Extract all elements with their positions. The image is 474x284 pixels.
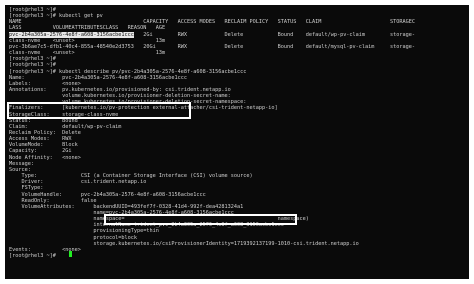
storageclass-highlight-box <box>7 102 191 119</box>
terminal-line: Source: <box>9 166 31 173</box>
terminal-line: [root@rhel3 ~]# <box>9 62 56 69</box>
terminal-line: NAME CAPACITY ACCESS MODES RECLAIM POLIC… <box>9 19 416 26</box>
terminal-line: storage.kubernetes.io/csiProvisionerIden… <box>9 240 359 247</box>
terminal-line: ReadOnly: false <box>9 197 97 204</box>
terminal-line: [root@rhel3 ~]# kubectl get pv <box>9 13 103 20</box>
terminal-line: Driver: csi.trident.netapp.io <box>9 179 147 186</box>
terminal-line: Message: <box>9 160 34 167</box>
terminal-line: Annotations: pv.kubernetes.io/provisione… <box>9 86 231 93</box>
terminal-line: [root@rhel3 ~]# <box>9 253 59 259</box>
terminal-line: LASS VOLUMEATTRIBUTESCLASS REASON AGE <box>9 25 166 32</box>
terminal-line: VolumeMode: Block <box>9 142 78 149</box>
terminal-window[interactable]: [root@rhel3 ~]# [root@rhel3 ~]# kubectl g… <box>5 5 469 279</box>
terminal-line: VolumeHandle: pvc-2b4a305a-2576-4e8f-a60… <box>9 191 206 198</box>
terminal-line: Type: CSI (a Container Storage Interface… <box>9 173 253 180</box>
terminal-line: pvc-3b6ae7c5-dfb1-40c4-855a-48540e2d3753… <box>9 43 416 50</box>
selected-pv-name: pvc-2b4a305a-2576-4e8f-a608-3156acbe1ccc <box>9 31 134 38</box>
terminal-line: class-nvme <unset> 13m <box>9 37 166 44</box>
terminal-line: provisioningType=thin <box>9 228 159 235</box>
terminal-line: Reclaim Policy: Delete <box>9 130 81 136</box>
terminal-line: [root@rhel3 ~]# <box>9 56 56 63</box>
terminal-line: Access Modes: RWX <box>9 136 72 143</box>
terminal-cursor <box>69 251 72 257</box>
terminal-line: [root@rhel3 ~]# <box>9 7 56 13</box>
internalname-highlight-box <box>104 214 297 225</box>
terminal-line: protocol=block <box>9 234 138 241</box>
terminal-line: class-nvme <unset> 13m <box>9 50 166 57</box>
terminal-line: FSType: <box>9 185 44 192</box>
terminal-line: volume.kubernetes.io/provisioner-deletio… <box>9 93 231 100</box>
terminal-line: Capacity: 2Gi <box>9 148 72 155</box>
terminal-line: Claim: default/wp-pv-claim <box>9 123 122 130</box>
terminal-line: VolumeAttributes: backendUUID=493fef7f-0… <box>9 203 244 210</box>
terminal-line: Name: pvc-2b4a305a-2576-4e8f-a608-3156ac… <box>9 74 188 81</box>
terminal-line: [root@rhel3 ~]# kubectl describe pv/pvc-… <box>9 68 247 75</box>
terminal-line: Labels: <none> <box>9 80 81 87</box>
terminal-line: Node Affinity: <none> <box>9 154 81 161</box>
terminal-line: pvc-2b4a305a-2576-4e8f-a608-3156acbe1ccc… <box>9 31 416 38</box>
